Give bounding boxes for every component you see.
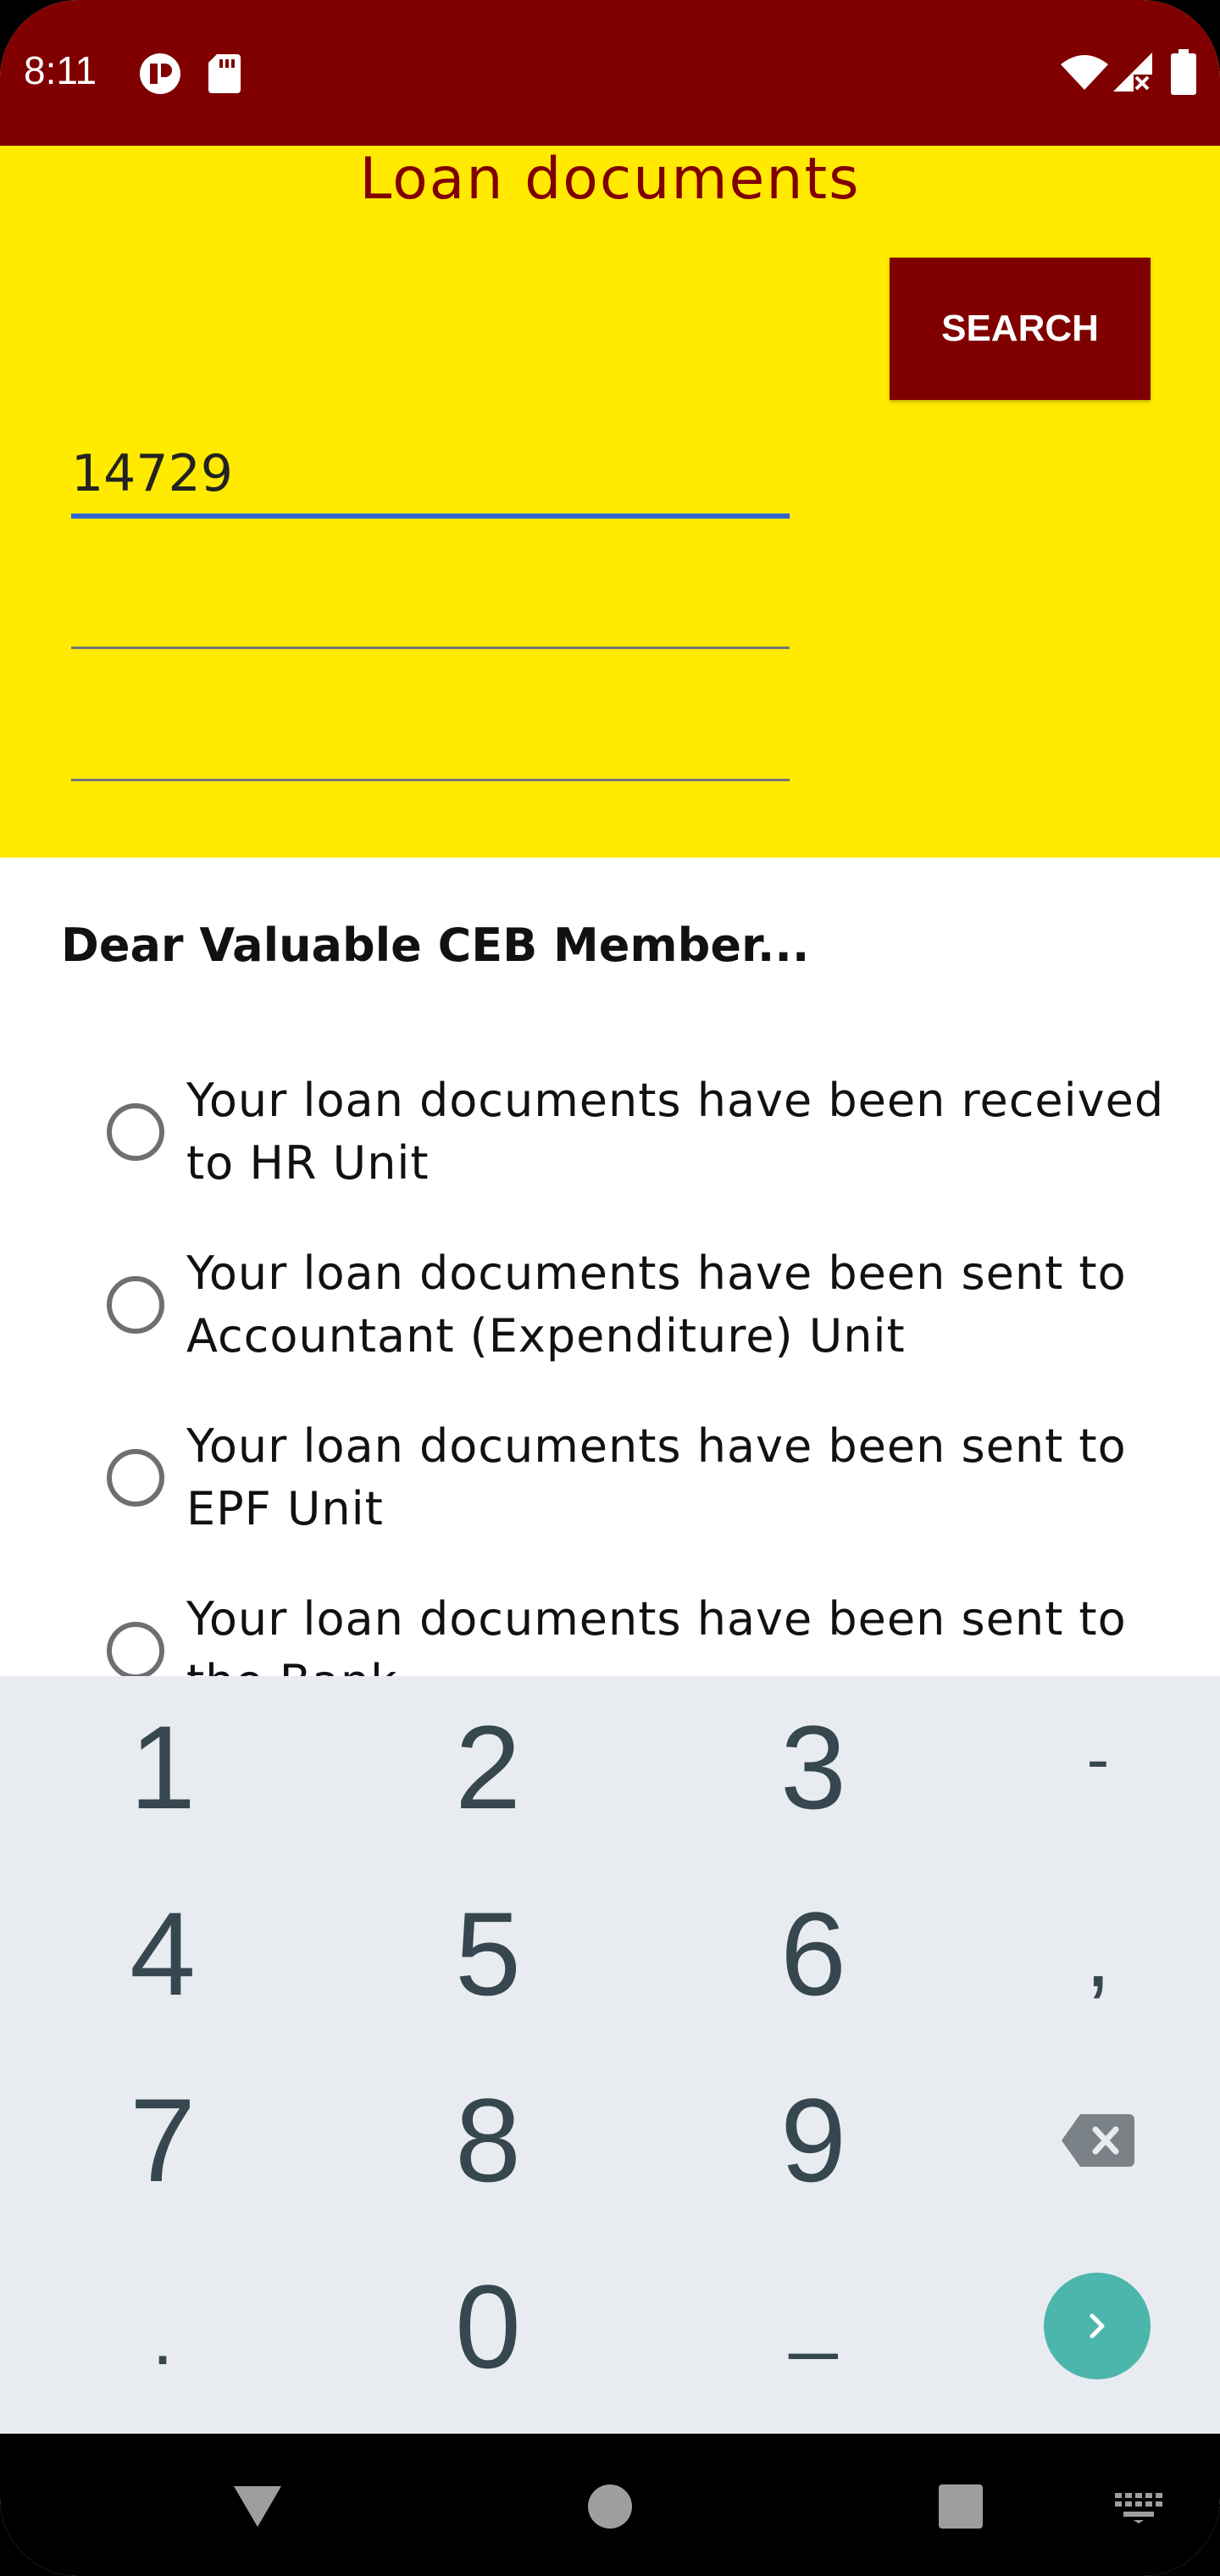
status-label: Your loan documents have been received t…	[186, 1074, 1165, 1190]
status-bar: 8:11	[0, 0, 1220, 146]
navigation-bar	[0, 2434, 1220, 2576]
radio-button[interactable]	[107, 1449, 164, 1507]
text-field-3-underline	[71, 779, 790, 781]
back-icon[interactable]	[234, 2486, 281, 2527]
key-period[interactable]: .	[61, 2254, 264, 2423]
search-button[interactable]: SEARCH	[890, 258, 1151, 400]
key-0[interactable]: 0	[386, 2242, 590, 2412]
page-title: Loan documents	[359, 146, 861, 213]
chevron-right-icon	[1090, 2313, 1105, 2339]
key-2[interactable]: 2	[386, 1683, 590, 1852]
status-time: 8:11	[24, 48, 97, 92]
key-comma[interactable]: ,	[996, 1869, 1200, 2039]
key-7[interactable]: 7	[61, 2056, 264, 2225]
key-8[interactable]: 8	[386, 2056, 590, 2225]
search-input-value[interactable]: 14729	[71, 444, 233, 503]
status-item-hr[interactable]: Your loan documents have been received t…	[107, 1069, 1166, 1196]
key-4[interactable]: 4	[61, 1869, 264, 2039]
backspace-key[interactable]	[996, 2056, 1200, 2225]
go-button[interactable]	[1044, 2273, 1151, 2379]
radio-button[interactable]	[107, 1276, 164, 1334]
key-underscore[interactable]: _	[712, 2229, 915, 2398]
key-6[interactable]: 6	[712, 1869, 915, 2039]
key-1[interactable]: 1	[61, 1683, 264, 1852]
radio-button[interactable]	[107, 1622, 164, 1679]
home-icon[interactable]	[588, 2484, 632, 2529]
sd-card-icon	[208, 54, 241, 93]
status-item-epf[interactable]: Your loan documents have been sent to EP…	[107, 1415, 1166, 1542]
key-minus[interactable]: -	[996, 1674, 1200, 1844]
text-field-3[interactable]	[71, 708, 790, 781]
status-label: Your loan documents have been sent to EP…	[186, 1419, 1127, 1535]
key-9[interactable]: 9	[712, 2056, 915, 2225]
phone-screen: 8:11 Loan documents 14729 SEARCH Dear Va…	[0, 0, 1220, 2576]
backspace-icon	[1062, 2114, 1134, 2167]
text-field-2-underline	[71, 647, 790, 649]
key-5[interactable]: 5	[386, 1869, 590, 2039]
radio-button[interactable]	[107, 1103, 164, 1161]
battery-icon	[1171, 49, 1196, 95]
wifi-icon	[1061, 55, 1108, 90]
signal-icon	[1113, 53, 1152, 92]
status-label: Your loan documents have been sent to Ac…	[186, 1246, 1127, 1363]
keyboard-switch-icon[interactable]	[1115, 2493, 1162, 2523]
greeting-text: Dear Valuable CEB Member...	[61, 919, 810, 972]
text-field-2[interactable]	[71, 576, 790, 649]
search-input[interactable]: 14729	[71, 424, 790, 519]
media-icon	[140, 53, 180, 94]
search-input-underline	[71, 514, 790, 519]
status-item-accountant[interactable]: Your loan documents have been sent to Ac…	[107, 1242, 1166, 1369]
key-3[interactable]: 3	[712, 1683, 915, 1852]
recents-icon[interactable]	[939, 2484, 983, 2529]
